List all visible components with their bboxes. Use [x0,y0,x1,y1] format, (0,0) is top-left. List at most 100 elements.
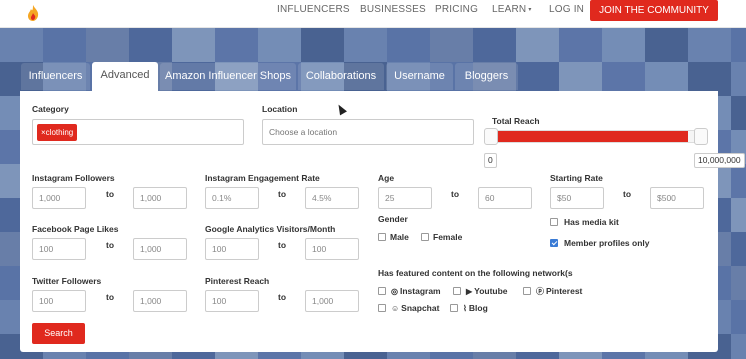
tab-collaborations[interactable]: Collaborations [298,63,384,90]
gender-male-checkbox[interactable] [378,233,386,241]
starting-rate-label: Starting Rate [550,173,603,183]
network-instagram-label: ◎ Instagram [391,286,441,296]
background-photo-tile [645,28,688,62]
age-label: Age [378,173,395,183]
has-media-kit-label: Has media kit [564,217,619,227]
google-analytics-max-input[interactable] [305,238,359,260]
facebook-likes-min-input[interactable] [32,238,86,260]
instagram-icon: ◎ [391,287,398,296]
tab-bloggers[interactable]: Bloggers [455,63,518,90]
background-photo-tile [430,28,473,62]
background-photo-tile [516,28,559,62]
tab-advanced[interactable]: Advanced [92,62,158,91]
google-analytics-label: Google Analytics Visitors/Month [205,224,336,234]
instagram-followers-min-input[interactable] [32,187,86,209]
background-photo-tile [731,266,746,300]
instagram-followers-max-input[interactable] [133,187,187,209]
network-youtube-checkbox[interactable] [453,287,461,295]
featured-networks-label: Has featured content on the following ne… [378,268,573,278]
join-community-button[interactable]: JOIN THE COMMUNITY [590,0,718,21]
has-media-kit-checkbox[interactable] [550,218,558,226]
background-photo-tile [602,28,645,62]
twitter-followers-label: Twitter Followers [32,276,102,286]
background-photo-tile [731,198,746,232]
to-label: to [106,240,115,250]
network-snapchat-checkbox[interactable] [378,304,386,312]
nav-influencers-link[interactable]: INFLUENCERS [277,4,350,15]
tab-influencers[interactable]: Influencers [21,63,90,90]
total-reach-max-value: 10,000,000 [694,153,745,168]
to-label: to [278,292,287,302]
age-max-input[interactable] [478,187,532,209]
facebook-likes-max-input[interactable] [133,238,187,260]
total-reach-min-value: 0 [484,153,497,168]
facebook-likes-label: Facebook Page Likes [32,224,119,234]
tab-amazon-influencer-shops[interactable]: Amazon Influencer Shops [160,63,296,90]
background-photo-tile [0,28,43,62]
to-label: to [451,189,460,199]
top-nav: INFLUENCERS BUSINESSES PRICING LEARN ▾ LO… [0,0,746,28]
gender-female-label: Female [433,232,463,242]
advanced-search-panel: Category ×clothing Location Total Reach … [20,91,745,352]
network-blog-checkbox[interactable] [450,304,458,312]
background-photo-tile [731,28,746,62]
background-photo-tile [731,164,746,198]
twitter-followers-min-input[interactable] [32,290,86,312]
network-instagram-checkbox[interactable] [378,287,386,295]
search-button[interactable]: Search [32,323,85,344]
background-photo-tile [731,96,746,130]
member-profiles-only-checkbox[interactable] [550,239,558,247]
background-photo-tile [559,28,602,62]
pinterest-reach-min-input[interactable] [205,290,259,312]
network-blog-text: Blog [468,303,488,313]
category-chip-clothing[interactable]: ×clothing [37,124,78,141]
tab-username[interactable]: Username [386,63,453,90]
instagram-engagement-min-input[interactable] [205,187,259,209]
network-pinterest-text: Pinterest [546,286,583,296]
background-photo-tile [215,28,258,62]
youtube-icon: ▶ [466,287,473,296]
network-blog-label: ⌇ Blog [463,303,488,313]
background-photo-tile [258,28,301,62]
to-label: to [278,240,287,250]
nav-login-link[interactable]: LOG IN [549,4,584,15]
instagram-engagement-max-input[interactable] [305,187,359,209]
background-photo-tile [387,28,430,62]
location-label: Location [262,104,298,114]
network-instagram-text: Instagram [399,286,441,296]
gender-label: Gender [378,214,408,224]
background-photo-tile [731,62,746,96]
category-input[interactable]: ×clothing [32,119,244,145]
network-snapchat-text: Snapchat [401,303,440,313]
flame-logo-icon[interactable] [26,4,40,22]
age-min-input[interactable] [378,187,432,209]
total-reach-fill [498,131,688,142]
total-reach-min-handle[interactable] [484,128,498,145]
background-photo-tile [731,300,746,334]
network-youtube-label: ▶ Youtube [466,286,508,296]
gender-female-checkbox[interactable] [421,233,429,241]
nav-learn-link[interactable]: LEARN ▾ [492,4,532,15]
snapchat-icon: ☺ [391,304,400,313]
starting-rate-min-input[interactable] [550,187,604,209]
pinterest-reach-label: Pinterest Reach [205,276,270,286]
starting-rate-max-input[interactable] [650,187,704,209]
background-photo-tile [731,232,746,266]
total-reach-max-handle[interactable] [694,128,708,145]
location-input[interactable] [262,119,474,145]
nav-pricing-link[interactable]: PRICING [435,4,478,15]
chevron-down-icon: ▾ [528,6,532,13]
nav-businesses-link[interactable]: BUSINESSES [360,4,426,15]
rss-icon: ⌇ [463,304,467,313]
category-label: Category [32,104,69,114]
background-photo-tile [473,28,516,62]
network-pinterest-label: ⓟ Pinterest [536,286,582,297]
twitter-followers-max-input[interactable] [133,290,187,312]
google-analytics-min-input[interactable] [205,238,259,260]
background-photo-tile [86,28,129,62]
network-pinterest-checkbox[interactable] [523,287,531,295]
background-photo-tile [344,28,387,62]
nav-learn-label: LEARN [492,4,527,15]
background-photo-tile [688,28,731,62]
pinterest-reach-max-input[interactable] [305,290,359,312]
